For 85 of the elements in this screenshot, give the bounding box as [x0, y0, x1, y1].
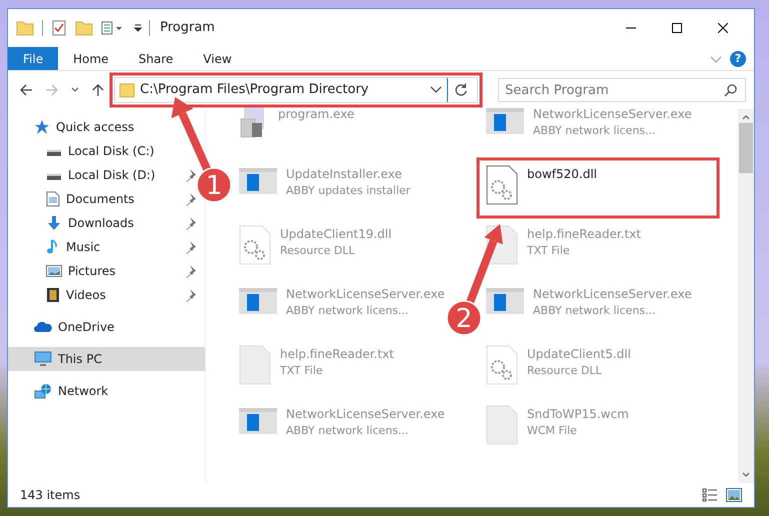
picture-icon: [46, 264, 62, 278]
ribbon-tab[interactable]: Home: [58, 47, 124, 70]
blank-file-icon: [238, 345, 272, 385]
monitor-icon: [34, 351, 52, 367]
sidebar-item[interactable]: Quick access: [8, 115, 181, 139]
step-number: 2: [456, 304, 472, 334]
file-name: UpdateClient19.dll: [280, 226, 392, 243]
star-icon: [34, 119, 50, 135]
maximize-icon: [672, 23, 682, 33]
sidebar-item[interactable]: Local Disk (C:): [8, 139, 181, 163]
refresh-icon[interactable]: [453, 82, 469, 98]
forward-arrow-icon: [45, 83, 59, 97]
sidebar-item[interactable]: Network: [8, 379, 181, 403]
dropdown-caret-icon[interactable]: [430, 85, 442, 95]
file-type: Resource DLL: [280, 243, 356, 259]
back-arrow-icon: [19, 83, 33, 97]
search-icon: [724, 83, 738, 97]
file-type: ABBY network licens...: [533, 303, 657, 319]
application-icon: [238, 285, 278, 317]
file-type: WCM File: [527, 423, 578, 439]
application-icon: [485, 105, 525, 137]
file-name: bowf520.dll: [527, 166, 598, 183]
sidebar-item[interactable]: Downloads: [8, 211, 181, 235]
blank-file-icon: [485, 405, 519, 445]
search-field[interactable]: Search Program: [498, 78, 746, 102]
film-icon: [46, 287, 60, 303]
scrollbar[interactable]: [738, 109, 754, 483]
up-arrow-icon: [91, 83, 105, 97]
file-type: ABBY updates installer: [286, 183, 410, 199]
close-icon: [718, 23, 728, 33]
file-item[interactable]: bowf520.dll: [481, 161, 602, 209]
file-name: help.fineReader.txt: [527, 226, 641, 243]
folder-icon: [119, 81, 135, 99]
checklist-icon[interactable]: [51, 19, 67, 37]
window-title: Program: [160, 19, 215, 38]
details-view-icon[interactable]: [702, 488, 718, 502]
thumbnail-view-icon[interactable]: [726, 488, 742, 502]
file-name: UpdateClient5.dll: [527, 346, 631, 363]
address-bar[interactable]: C:\Program Files\Program Directory: [114, 77, 478, 103]
ribbon-tab[interactable]: View: [188, 47, 247, 70]
application-icon: [485, 285, 525, 317]
step-badge: [446, 300, 482, 336]
file-type: Resource DLL: [527, 363, 603, 379]
application-icon: [238, 405, 278, 437]
file-type: ABBY network licens...: [286, 423, 410, 439]
help-button[interactable]: ?: [730, 50, 746, 66]
scroll-thumb[interactable]: [739, 123, 753, 173]
sidebar-item[interactable]: Videos: [8, 283, 181, 307]
file-name: program.exe: [278, 106, 354, 123]
file-type: ABBY network licens...: [533, 123, 657, 139]
file-name: help.fineReader.txt: [280, 346, 394, 363]
file-name: NetworkLicenseServer.exe: [286, 406, 445, 423]
network-globe-icon: [34, 383, 52, 399]
scroll-down-icon[interactable]: [741, 471, 751, 479]
step-badge: [196, 167, 232, 203]
file-name: NetworkLicenseServer.exe: [533, 286, 692, 303]
file-name: SndToWP15.wcm: [527, 406, 629, 423]
file-type: TXT File: [527, 243, 571, 259]
folder-icon: [16, 19, 34, 37]
gear-file-icon: [485, 345, 519, 385]
sidebar-item[interactable]: Documents: [8, 187, 181, 211]
step-number: 1: [206, 171, 222, 201]
gear-file-icon: [485, 165, 519, 205]
cloud-icon: [34, 320, 52, 334]
document-icon: [46, 191, 60, 207]
scroll-up-icon[interactable]: [741, 113, 751, 121]
ribbon-tab[interactable]: Share: [124, 47, 188, 70]
gear-file-icon: [238, 225, 272, 265]
sidebar-item[interactable]: Pictures: [8, 259, 181, 283]
sidebar-item[interactable]: OneDrive: [8, 315, 181, 339]
file-name: NetworkLicenseServer.exe: [533, 106, 692, 123]
sidebar-item[interactable]: Local Disk (D:): [8, 163, 181, 187]
application-icon: [238, 165, 278, 197]
expand-ribbon-icon[interactable]: [710, 54, 722, 64]
ribbon-tab[interactable]: File: [8, 47, 58, 70]
file-type: ABBY network licens...: [286, 303, 410, 319]
sidebar-item[interactable]: Music: [8, 235, 181, 259]
sidebar-item[interactable]: This PC: [8, 347, 205, 371]
item-count: 143 items: [20, 487, 80, 504]
music-note-icon: [46, 239, 60, 255]
properties-icon[interactable]: [101, 19, 125, 37]
download-arrow-icon: [46, 215, 62, 231]
file-type: TXT File: [280, 363, 324, 379]
file-name: UpdateInstaller.exe: [286, 166, 403, 183]
file-name: NetworkLicenseServer.exe: [286, 286, 445, 303]
